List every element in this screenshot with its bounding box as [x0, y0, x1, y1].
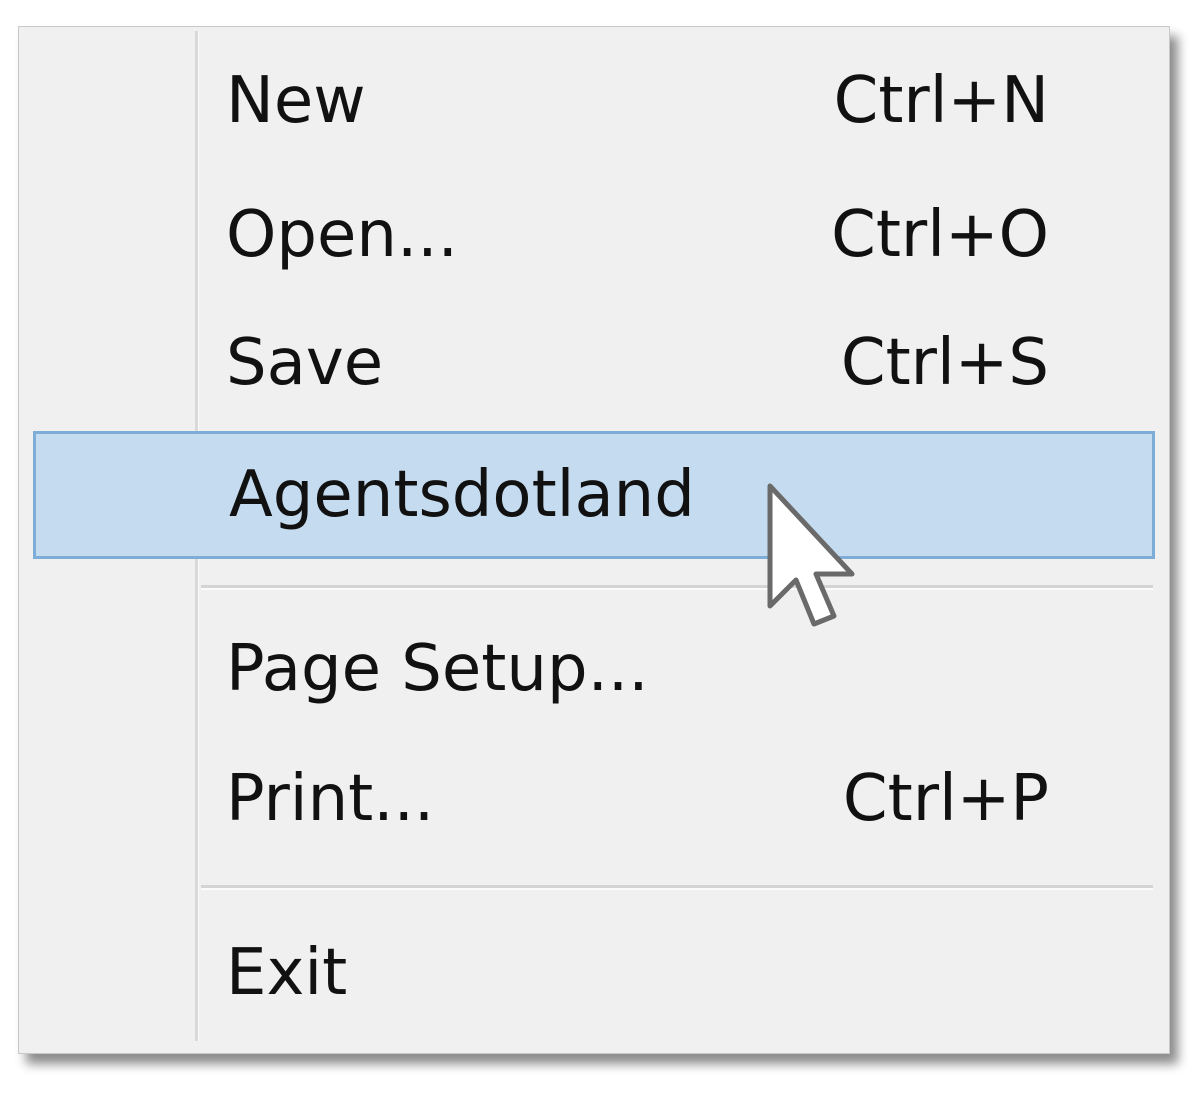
- menu-item-shortcut: Ctrl+O: [831, 198, 1049, 272]
- menu-item-label: Agentsdotland: [229, 458, 695, 532]
- menu-item-page-setup[interactable]: Page Setup...: [19, 609, 1171, 729]
- menu-separator: [201, 585, 1153, 590]
- menu-item-shortcut: Ctrl+S: [840, 326, 1049, 400]
- menu-item-shortcut: Ctrl+P: [842, 762, 1049, 836]
- menu-item-shortcut: Ctrl+N: [833, 64, 1049, 138]
- arrow-pointer-icon: [767, 483, 855, 627]
- menu-item-save[interactable]: Save Ctrl+S: [19, 303, 1171, 423]
- menu-item-label: Open...: [226, 198, 458, 272]
- menu-separator: [201, 885, 1153, 890]
- menu-item-print[interactable]: Print... Ctrl+P: [19, 739, 1171, 859]
- menu-item-label: Page Setup...: [226, 632, 649, 706]
- menu-item-exit[interactable]: Exit: [19, 913, 1171, 1033]
- menu-item-label: New: [226, 64, 366, 138]
- menu-item-new[interactable]: New Ctrl+N: [19, 41, 1171, 161]
- menu-item-agentsdotland[interactable]: Agentsdotland: [33, 431, 1155, 559]
- file-menu: New Ctrl+N Open... Ctrl+O Save Ctrl+S Ag…: [18, 26, 1170, 1054]
- menu-item-label: Exit: [226, 936, 348, 1010]
- menu-item-label: Print...: [226, 762, 435, 836]
- menu-item-open[interactable]: Open... Ctrl+O: [19, 175, 1171, 295]
- menu-item-label: Save: [226, 326, 384, 400]
